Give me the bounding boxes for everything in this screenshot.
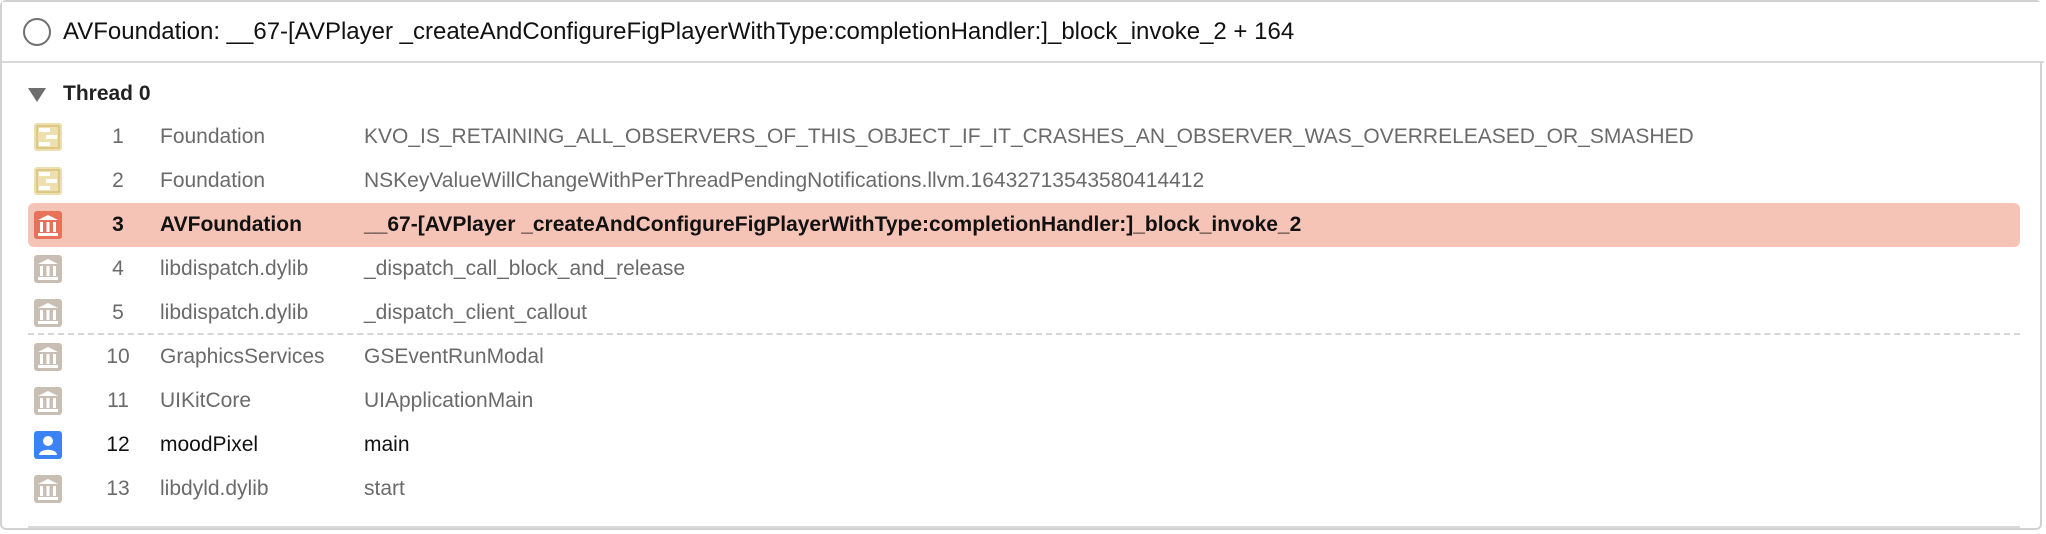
stack-frame-row[interactable]: 4 libdispatch.dylib _dispatch_call_block…	[28, 247, 2020, 291]
frame-library: moodPixel	[160, 433, 259, 456]
frame-library: libdyld.dylib	[160, 477, 269, 500]
stack-frame-header[interactable]: AVFoundation: __67-[AVPlayer _createAndC…	[2, 2, 2044, 63]
frame-symbol: UIApplicationMain	[364, 389, 534, 412]
frame-library: libdispatch.dylib	[160, 257, 309, 280]
frame-symbol: KVO_IS_RETAINING_ALL_OBSERVERS_OF_THIS_O…	[364, 125, 1694, 148]
frame-status-circle-icon[interactable]	[23, 17, 51, 46]
frame-symbol: _dispatch_call_block_and_release	[364, 257, 686, 280]
frame-number: 5	[112, 301, 124, 324]
frame-library: Foundation	[160, 125, 266, 148]
frame-number: 4	[112, 257, 124, 280]
library-icon	[34, 343, 62, 371]
library-icon	[34, 255, 62, 283]
framework-icon	[34, 167, 62, 195]
library-icon	[34, 211, 62, 239]
frame-library: AVFoundation	[160, 213, 302, 236]
stack-frame-row[interactable]: 12 moodPixel main	[28, 423, 2020, 467]
frame-library: libdispatch.dylib	[160, 301, 309, 324]
stack-frame-row-selected[interactable]: 3 AVFoundation __67-[AVPlayer _createAnd…	[28, 203, 2020, 247]
stack-frame-row[interactable]: 10 GraphicsServices GSEventRunModal	[28, 335, 2020, 379]
library-icon	[34, 387, 62, 415]
frame-symbol: _dispatch_client_callout	[364, 301, 587, 324]
frame-library: Foundation	[160, 169, 266, 192]
frame-symbol: GSEventRunModal	[364, 345, 544, 368]
frame-number: 3	[112, 213, 124, 236]
stack-frame-row[interactable]: 2 Foundation NSKeyValueWillChangeWithPer…	[28, 159, 2020, 203]
stack-frame-row[interactable]: 13 libdyld.dylib start	[28, 467, 2020, 511]
section-divider	[28, 526, 2020, 528]
user-icon	[34, 431, 62, 459]
frame-number: 10	[106, 345, 130, 368]
stack-frame-row[interactable]: 11 UIKitCore UIApplicationMain	[28, 379, 2020, 423]
frame-number: 12	[106, 433, 130, 456]
library-icon	[34, 475, 62, 503]
stack-frame-row[interactable]: 1 Foundation KVO_IS_RETAINING_ALL_OBSERV…	[28, 115, 2020, 159]
stack-frame-row[interactable]: 5 libdispatch.dylib _dispatch_client_cal…	[28, 291, 2020, 335]
thread-label: Thread 0	[63, 82, 151, 105]
frame-number: 2	[112, 169, 124, 192]
framework-icon	[34, 123, 62, 151]
frame-library: UIKitCore	[160, 389, 252, 412]
frame-library: GraphicsServices	[160, 345, 325, 368]
library-icon	[34, 299, 62, 327]
thread-disclosure[interactable]: Thread 0	[28, 82, 151, 106]
disclosure-triangle-icon[interactable]	[28, 87, 46, 102]
frame-symbol: main	[364, 433, 410, 456]
frame-symbol: start	[364, 477, 405, 500]
frame-number: 13	[106, 477, 130, 500]
frame-number: 1	[112, 125, 124, 148]
omitted-frames-divider	[28, 333, 2020, 335]
frame-symbol: __67-[AVPlayer _createAndConfigureFigPla…	[364, 213, 1302, 236]
frame-symbol: NSKeyValueWillChangeWithPerThreadPending…	[364, 169, 1205, 192]
header-title: AVFoundation: __67-[AVPlayer _createAndC…	[63, 17, 1295, 45]
frame-number: 11	[107, 389, 129, 412]
